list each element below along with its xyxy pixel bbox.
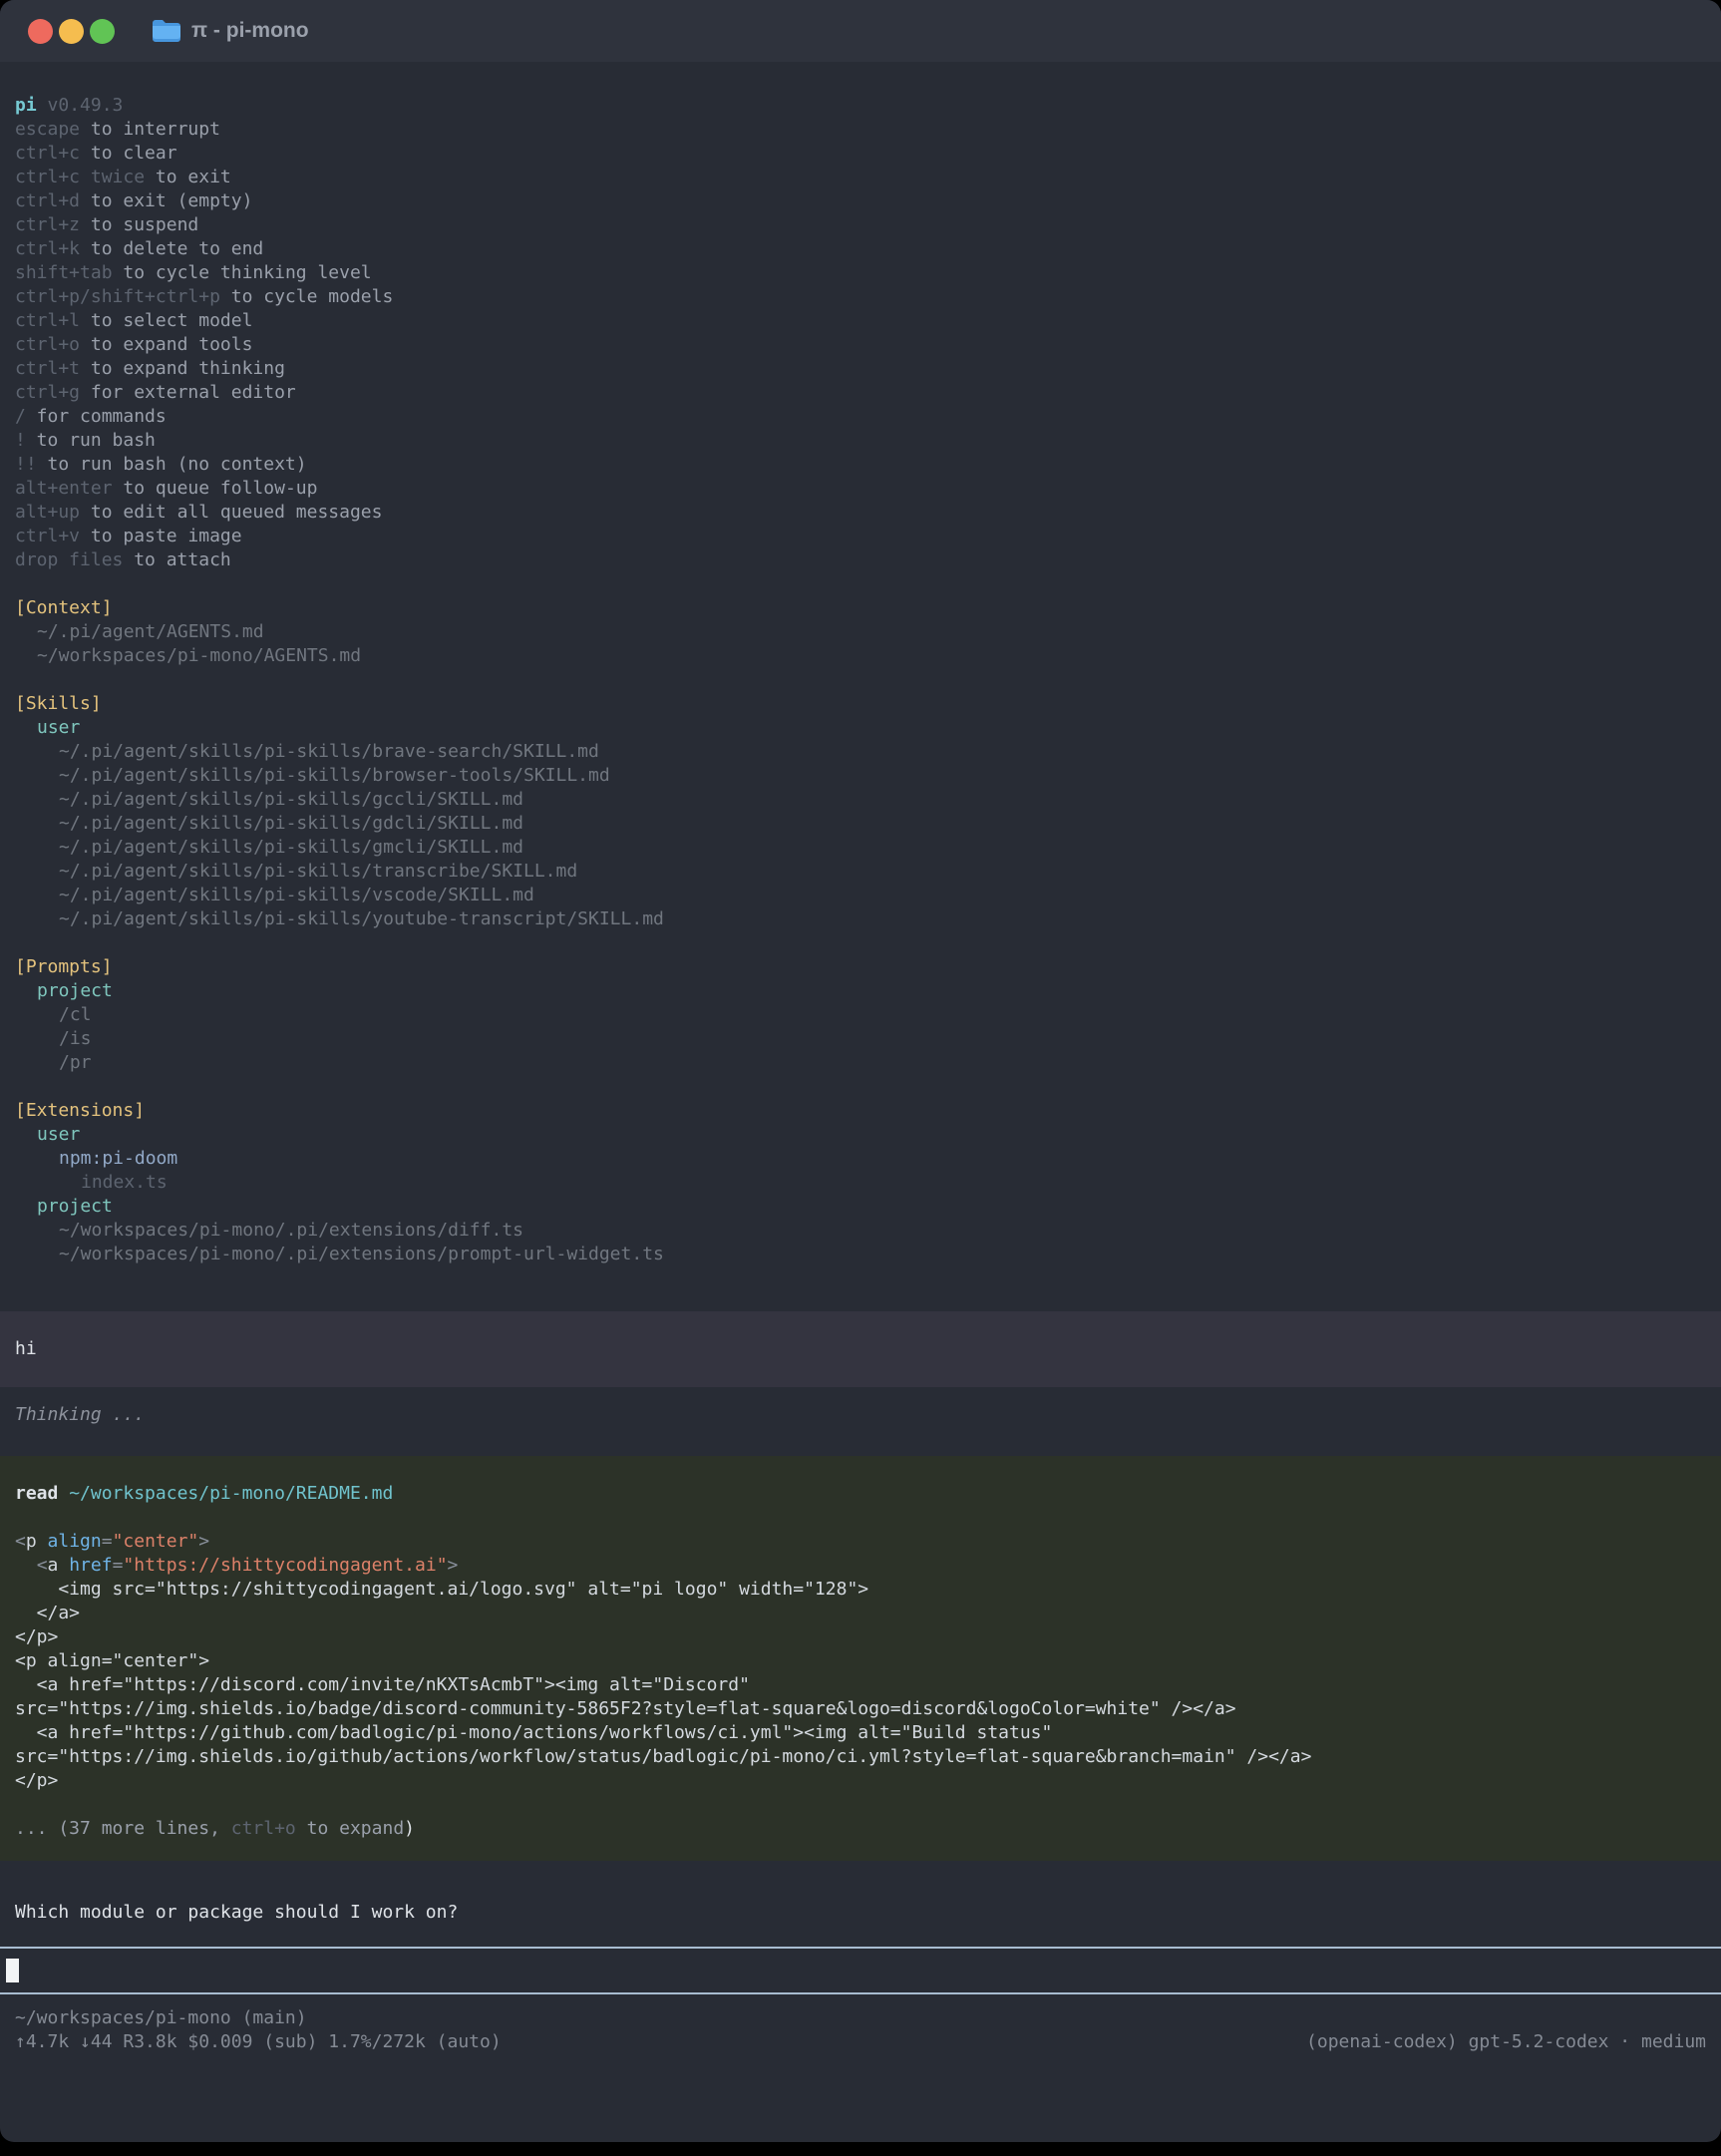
code-line: <a href="https://shittycodingagent.ai">: [0, 1554, 1721, 1578]
help-line: alt+up to edit all queued messages: [0, 501, 1721, 525]
section-item: ~/.pi/agent/skills/pi-skills/vscode/SKIL…: [0, 884, 1721, 907]
help-line: ctrl+z to suspend: [0, 213, 1721, 237]
code-line: <img src="https://shittycodingagent.ai/l…: [0, 1578, 1721, 1602]
help-line: !! to run bash (no context): [0, 453, 1721, 477]
code-line: </p>: [0, 1769, 1721, 1793]
code-line: </a>: [0, 1602, 1721, 1625]
help-line: ctrl+d to exit (empty): [0, 189, 1721, 213]
status-bar: ~/workspaces/pi-mono (main) ↑4.7k ↓44 R3…: [0, 1994, 1721, 2054]
tool-output-code: <p align="center"> <a href="https://shit…: [0, 1530, 1721, 1793]
section-item: ~/.pi/agent/skills/pi-skills/brave-searc…: [0, 740, 1721, 764]
help-line: escape to interrupt: [0, 118, 1721, 142]
expand-hint: ... (37 more lines, ctrl+o to expand): [0, 1817, 1721, 1841]
section-item: ~/workspaces/pi-mono/.pi/extensions/prom…: [0, 1243, 1721, 1266]
help-line: ctrl+k to delete to end: [0, 237, 1721, 261]
section-item: user: [0, 1123, 1721, 1147]
help-line: ctrl+l to select model: [0, 309, 1721, 333]
text-cursor: [6, 1959, 19, 1982]
section-item: ~/.pi/agent/AGENTS.md: [0, 620, 1721, 644]
model-info: (openai-codex) gpt-5.2-codex · medium: [1306, 2030, 1706, 2054]
help-line: ! to run bash: [0, 429, 1721, 453]
section-item: project: [0, 979, 1721, 1003]
section: [Prompts]project/cl/is/pr: [0, 955, 1721, 1075]
section-header: [Context]: [0, 596, 1721, 620]
section-item: index.ts: [0, 1171, 1721, 1195]
terminal-content: pi v0.49.3 escape to interruptctrl+c to …: [0, 62, 1721, 2054]
minimize-window-button[interactable]: [59, 19, 84, 44]
usage-stats: ↑4.7k ↓44 R3.8k $0.009 (sub) 1.7%/272k (…: [15, 2030, 502, 2054]
section-item: /is: [0, 1027, 1721, 1051]
close-window-button[interactable]: [28, 19, 53, 44]
cwd-branch-status: ~/workspaces/pi-mono (main): [15, 2006, 1706, 2030]
section-item: ~/workspaces/pi-mono/AGENTS.md: [0, 644, 1721, 668]
help-line: ctrl+t to expand thinking: [0, 357, 1721, 381]
folder-icon: [152, 19, 181, 43]
keyboard-shortcuts-help: escape to interruptctrl+c to clearctrl+c…: [0, 118, 1721, 572]
help-line: drop files to attach: [0, 548, 1721, 572]
section-item: user: [0, 716, 1721, 740]
section-item: /cl: [0, 1003, 1721, 1027]
tool-name: read: [15, 1483, 58, 1504]
section-item: npm:pi-doom: [0, 1147, 1721, 1171]
code-line: <a href="https://discord.com/invite/nKXT…: [0, 1673, 1721, 1697]
section-header: [Skills]: [0, 692, 1721, 716]
code-line: <a href="https://github.com/badlogic/pi-…: [0, 1721, 1721, 1745]
section-item: ~/workspaces/pi-mono/.pi/extensions/diff…: [0, 1219, 1721, 1243]
help-line: ctrl+c to clear: [0, 142, 1721, 166]
user-message-text: hi: [15, 1338, 37, 1359]
user-message: hi: [0, 1311, 1721, 1387]
code-line: </p>: [0, 1625, 1721, 1649]
help-line: ctrl+g for external editor: [0, 381, 1721, 405]
section-item: ~/.pi/agent/skills/pi-skills/gmcli/SKILL…: [0, 836, 1721, 860]
tool-call-header: read ~/workspaces/pi-mono/README.md: [0, 1482, 1721, 1506]
section-item: ~/.pi/agent/skills/pi-skills/gdcli/SKILL…: [0, 812, 1721, 836]
read-tool-block: read ~/workspaces/pi-mono/README.md <p a…: [0, 1456, 1721, 1861]
section-header: [Prompts]: [0, 955, 1721, 979]
app-version-banner: pi v0.49.3: [0, 94, 1721, 118]
terminal-window: π - pi-mono pi v0.49.3 escape to interru…: [0, 0, 1721, 2142]
startup-sections: [Context]~/.pi/agent/AGENTS.md~/workspac…: [0, 596, 1721, 1266]
code-line: <p align="center">: [0, 1649, 1721, 1673]
code-line: src="https://img.shields.io/badge/discor…: [0, 1697, 1721, 1721]
section: [Extensions]usernpm:pi-doomindex.tsproje…: [0, 1099, 1721, 1266]
section-item: ~/.pi/agent/skills/pi-skills/youtube-tra…: [0, 907, 1721, 931]
tool-path: ~/workspaces/pi-mono/README.md: [69, 1483, 393, 1504]
maximize-window-button[interactable]: [90, 19, 115, 44]
section-item: ~/.pi/agent/skills/pi-skills/transcribe/…: [0, 860, 1721, 884]
section: [Context]~/.pi/agent/AGENTS.md~/workspac…: [0, 596, 1721, 668]
prompt-input[interactable]: [0, 1947, 1721, 1994]
section-item: ~/.pi/agent/skills/pi-skills/gccli/SKILL…: [0, 788, 1721, 812]
help-line: ctrl+p/shift+ctrl+p to cycle models: [0, 285, 1721, 309]
section-item: ~/.pi/agent/skills/pi-skills/browser-too…: [0, 764, 1721, 788]
thinking-indicator: Thinking ...: [0, 1403, 1721, 1427]
code-line: <p align="center">: [0, 1530, 1721, 1554]
help-line: ctrl+o to expand tools: [0, 333, 1721, 357]
help-line: / for commands: [0, 405, 1721, 429]
assistant-question: Which module or package should I work on…: [0, 1901, 1721, 1925]
section-item: project: [0, 1195, 1721, 1219]
help-line: shift+tab to cycle thinking level: [0, 261, 1721, 285]
code-line: src="https://img.shields.io/github/actio…: [0, 1745, 1721, 1769]
section: [Skills]user~/.pi/agent/skills/pi-skills…: [0, 692, 1721, 931]
help-line: ctrl+c twice to exit: [0, 166, 1721, 189]
window-title: π - pi-mono: [191, 19, 309, 43]
section-header: [Extensions]: [0, 1099, 1721, 1123]
window-titlebar: π - pi-mono: [0, 0, 1721, 62]
help-line: alt+enter to queue follow-up: [0, 477, 1721, 501]
help-line: ctrl+v to paste image: [0, 525, 1721, 548]
section-item: /pr: [0, 1051, 1721, 1075]
